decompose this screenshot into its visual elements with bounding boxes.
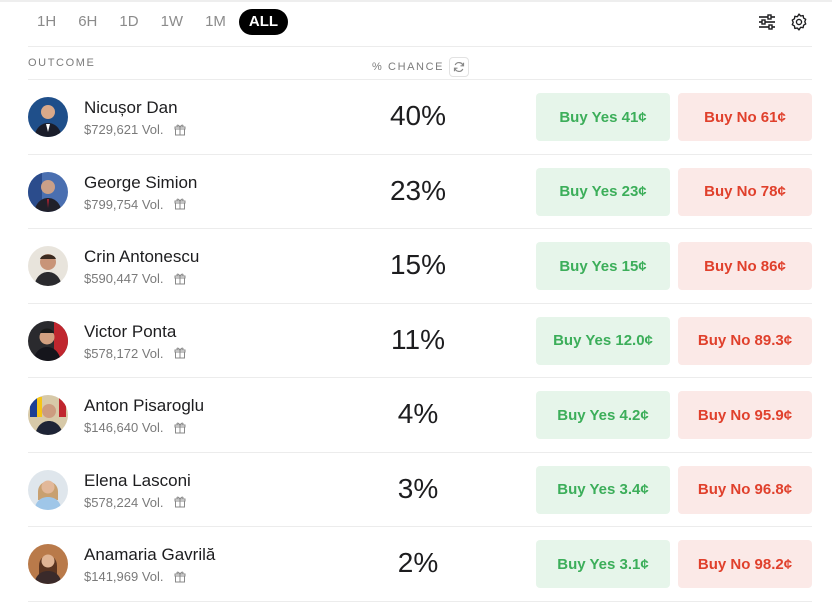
volume: $729,621 Vol.: [84, 122, 164, 137]
volume: $590,447 Vol.: [84, 271, 164, 286]
outcome-row[interactable]: Victor Ponta $578,172 Vol. 11% Buy Yes 1…: [28, 304, 812, 378]
buy-no-button[interactable]: Buy No 86¢: [678, 242, 812, 290]
gift-icon[interactable]: [174, 346, 188, 360]
outcome-row[interactable]: Anton Pisaroglu $146,640 Vol. 4% Buy Yes…: [28, 378, 812, 453]
buy-yes-button[interactable]: Buy Yes 3.4¢: [536, 465, 670, 514]
volume: $799,754 Vol.: [84, 196, 164, 212]
outcome-name: Victor Ponta: [84, 321, 177, 341]
buy-no-button[interactable]: Buy No 89.3¢: [678, 316, 812, 365]
gift-icon[interactable]: [174, 272, 188, 286]
tab-1d[interactable]: 1D: [110, 9, 147, 35]
outcome-row[interactable]: Crin Antonescu $590,447 Vol. 15% Buy Yes…: [28, 229, 812, 304]
gift-icon[interactable]: [174, 570, 188, 584]
buy-yes-button[interactable]: Buy Yes 3.1¢: [536, 540, 670, 588]
column-header-chance: % CHANCE: [372, 57, 470, 77]
outcome-list: Nicușor Dan $729,621 Vol. 40% Buy Yes 41…: [28, 80, 812, 602]
volume: $578,224 Vol.: [84, 494, 164, 510]
volume-line: $578,172 Vol.: [84, 346, 188, 361]
buy-yes-button[interactable]: Buy Yes 23¢: [536, 167, 670, 216]
buy-yes-button[interactable]: Buy Yes 15¢: [536, 242, 670, 290]
outcome-name: Nicușor Dan: [84, 98, 178, 117]
time-range-tabs: 1H 6H 1D 1W 1M ALL: [28, 9, 292, 35]
buy-no-button[interactable]: Buy No 96.8¢: [678, 465, 812, 514]
chance-percent: 23%: [389, 174, 447, 206]
sliders-icon[interactable]: [756, 11, 778, 33]
tab-1w[interactable]: 1W: [152, 9, 193, 35]
toolbar: [746, 11, 810, 33]
buy-yes-button[interactable]: Buy Yes 41¢: [536, 93, 670, 141]
outcome-row[interactable]: Elena Lasconi $578,224 Vol. 3% Buy Yes 3…: [28, 453, 812, 527]
volume: $146,640 Vol.: [84, 420, 164, 435]
avatar: [28, 97, 68, 137]
buy-no-button[interactable]: Buy No 78¢: [678, 167, 812, 216]
buy-no-button[interactable]: Buy No 98.2¢: [678, 540, 812, 588]
chance-percent: 3%: [397, 472, 439, 504]
chance-percent: 4%: [397, 398, 439, 429]
avatar: [28, 171, 68, 212]
volume-line: $146,640 Vol.: [84, 420, 188, 435]
buy-no-button[interactable]: Buy No 61¢: [678, 93, 812, 141]
tab-1h[interactable]: 1H: [28, 9, 65, 35]
buy-no-button[interactable]: Buy No 95.9¢: [678, 391, 812, 439]
avatar: [28, 469, 68, 510]
volume-line: $590,447 Vol.: [84, 271, 188, 286]
column-header-chance-label: % CHANCE: [372, 61, 445, 73]
avatar: [28, 544, 68, 584]
chance-percent: 40%: [389, 100, 447, 131]
outcome-name: George Simion: [84, 172, 198, 192]
buy-yes-button[interactable]: Buy Yes 12.0¢: [536, 316, 670, 365]
volume-line: $729,621 Vol.: [84, 122, 188, 137]
outcome-name: Anton Pisaroglu: [84, 396, 205, 415]
top-border: [0, 0, 832, 2]
gift-icon[interactable]: [174, 421, 188, 435]
outcome-name: Anamaria Gavrilă: [84, 545, 216, 564]
chance-percent: 11%: [391, 323, 445, 355]
gift-icon[interactable]: [174, 123, 188, 137]
volume-line: $578,224 Vol.: [84, 495, 188, 510]
gear-icon[interactable]: [788, 11, 810, 33]
volume-line: $141,969 Vol.: [84, 569, 188, 584]
refresh-icon[interactable]: [449, 57, 470, 77]
tab-all[interactable]: ALL: [238, 9, 289, 35]
chance-percent: 2%: [397, 547, 439, 578]
buy-yes-button[interactable]: Buy Yes 4.2¢: [536, 391, 670, 439]
outcome-row[interactable]: Nicușor Dan $729,621 Vol. 40% Buy Yes 41…: [28, 80, 812, 155]
outcome-row[interactable]: George Simion $799,754 Vol. 23% Buy Yes …: [28, 155, 812, 229]
gift-icon[interactable]: [174, 197, 188, 211]
outcome-name: Elena Lasconi: [84, 470, 191, 490]
avatar: [28, 320, 68, 361]
tab-6h[interactable]: 6H: [69, 9, 106, 35]
outcome-name: Crin Antonescu: [84, 247, 200, 266]
gift-icon[interactable]: [174, 495, 188, 509]
volume-line: $799,754 Vol.: [84, 197, 188, 212]
chance-percent: 15%: [389, 249, 447, 280]
avatar: [28, 395, 68, 435]
volume: $578,172 Vol.: [84, 345, 164, 361]
volume: $141,969 Vol.: [84, 569, 164, 584]
avatar: [28, 246, 68, 286]
header-divider: [28, 46, 812, 47]
tab-1m[interactable]: 1M: [196, 9, 235, 35]
outcome-row[interactable]: Anamaria Gavrilă $141,969 Vol. 2% Buy Ye…: [28, 527, 812, 602]
column-header-outcome: OUTCOME: [28, 57, 96, 69]
